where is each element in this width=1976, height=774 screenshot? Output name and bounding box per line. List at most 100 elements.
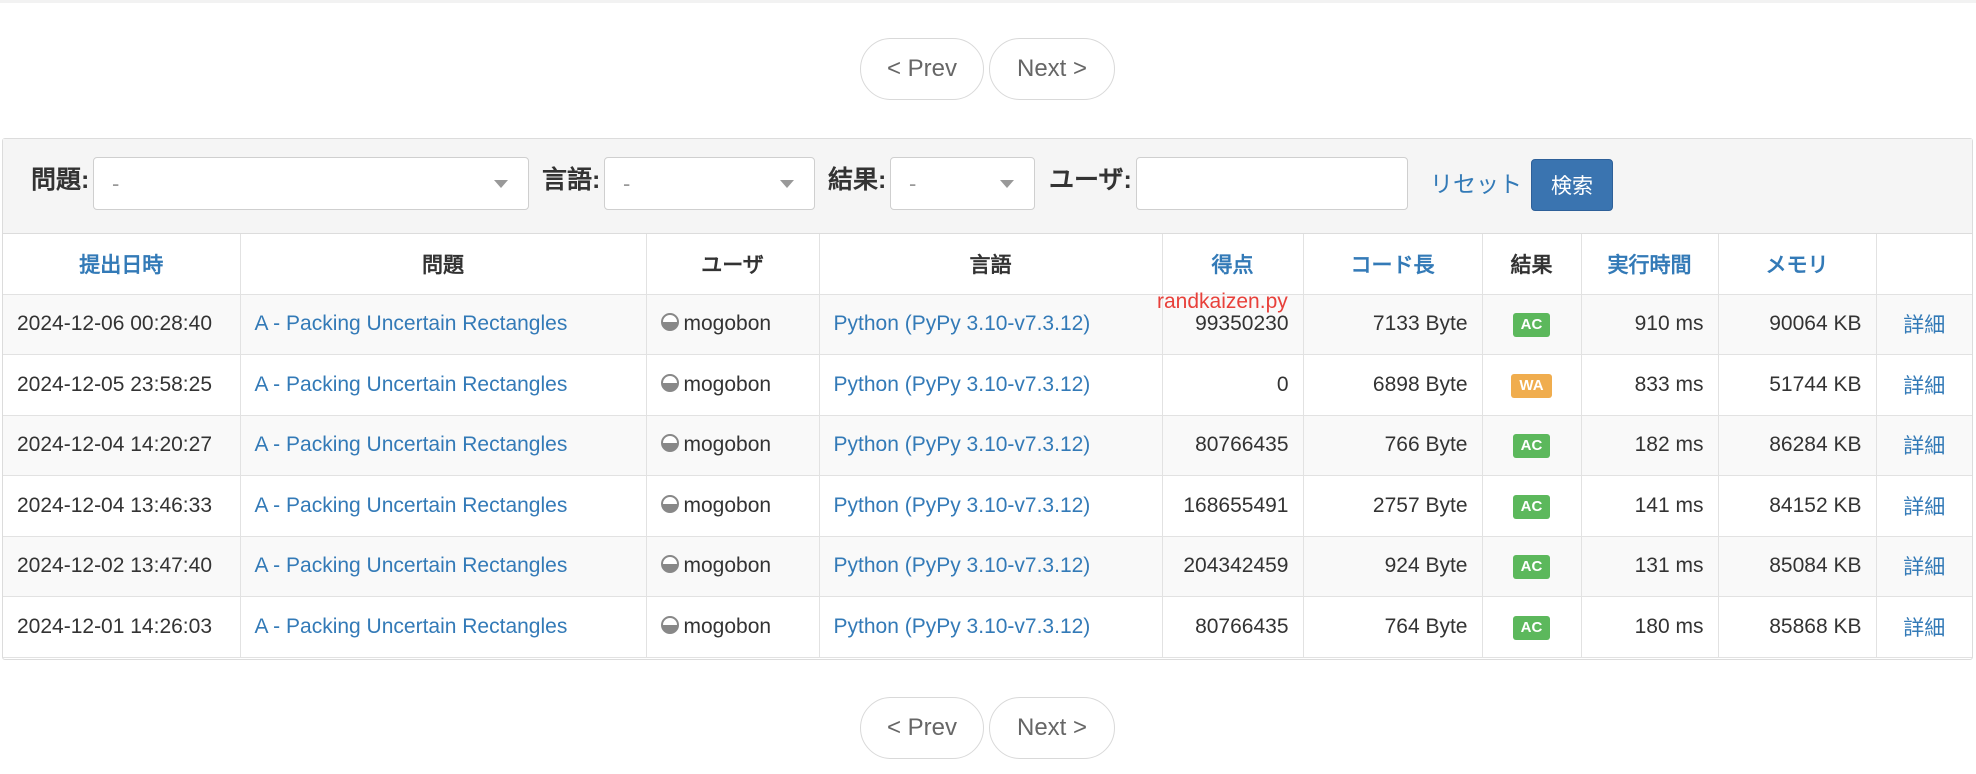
- result-cell: AC: [1481, 294, 1581, 355]
- memory-cell: 90064 KB: [1717, 294, 1876, 355]
- problem-link[interactable]: A - Packing Uncertain Rectangles: [239, 415, 646, 476]
- score-cell: 80766435: [1161, 596, 1303, 658]
- user-link[interactable]: mogobon: [645, 536, 819, 597]
- exec-time-cell: 141 ms: [1580, 475, 1718, 537]
- header-result: 結果: [1481, 234, 1581, 295]
- exec-time-cell: 182 ms: [1580, 415, 1718, 476]
- memory-cell: 86284 KB: [1717, 415, 1876, 476]
- exec-time-cell: 131 ms: [1580, 536, 1718, 597]
- problem-link[interactable]: A - Packing Uncertain Rectangles: [239, 294, 646, 355]
- header-score[interactable]: 得点: [1161, 234, 1303, 295]
- submissions-panel: 問題: - 言語: - 結果: - ユーザ: リセット 検索 提出日時 問題 ユ…: [2, 138, 1973, 660]
- user-link[interactable]: mogobon: [645, 354, 819, 416]
- problem-link[interactable]: A - Packing Uncertain Rectangles: [239, 354, 646, 416]
- pagination-top: < Prev Next >: [0, 38, 1976, 102]
- next-page-button[interactable]: Next >: [989, 697, 1115, 759]
- code-length-cell: 766 Byte: [1302, 415, 1482, 476]
- header-memory[interactable]: メモリ: [1717, 234, 1876, 295]
- user-link[interactable]: mogobon: [645, 415, 819, 476]
- detail-link[interactable]: 詳細: [1875, 415, 1972, 476]
- table-header-row: 提出日時 問題 ユーザ 言語 得点 コード長 結果 実行時間 メモリ: [3, 234, 1972, 295]
- memory-cell: 51744 KB: [1717, 354, 1876, 416]
- detail-link[interactable]: 詳細: [1875, 294, 1972, 355]
- next-page-button[interactable]: Next >: [989, 38, 1115, 100]
- user-filter-label: ユーザ:: [1049, 166, 1132, 194]
- problem-link[interactable]: A - Packing Uncertain Rectangles: [239, 475, 646, 537]
- code-length-cell: 6898 Byte: [1302, 354, 1482, 416]
- result-filter-value: -: [909, 171, 917, 196]
- submitted-time: 2024-12-01 14:26:03: [3, 596, 240, 658]
- user-link[interactable]: mogobon: [645, 596, 819, 658]
- header-language: 言語: [818, 234, 1162, 295]
- status-badge: AC: [1512, 615, 1551, 640]
- prev-page-button[interactable]: < Prev: [860, 697, 984, 759]
- memory-cell: 85868 KB: [1717, 596, 1876, 658]
- detail-link[interactable]: 詳細: [1875, 475, 1972, 537]
- detail-link[interactable]: 詳細: [1875, 536, 1972, 597]
- header-submitted[interactable]: 提出日時: [3, 234, 240, 295]
- language-filter-value: -: [623, 171, 631, 196]
- user-filter-input[interactable]: [1136, 157, 1408, 210]
- result-filter-select[interactable]: -: [890, 157, 1035, 210]
- header-exec-time[interactable]: 実行時間: [1580, 234, 1718, 295]
- user-link[interactable]: mogobon: [645, 294, 819, 355]
- exec-time-cell: 910 ms: [1580, 294, 1718, 355]
- status-badge: AC: [1512, 555, 1551, 580]
- result-cell: WA: [1481, 354, 1581, 416]
- score-cell: 204342459: [1161, 536, 1303, 597]
- search-button[interactable]: 検索: [1531, 159, 1613, 211]
- top-divider: [0, 0, 1976, 3]
- score-cell: 99350230: [1161, 294, 1303, 355]
- table-row: 2024-12-02 13:47:40 A - Packing Uncertai…: [3, 536, 1972, 597]
- problem-link[interactable]: A - Packing Uncertain Rectangles: [239, 596, 646, 658]
- result-cell: AC: [1481, 475, 1581, 537]
- chevron-down-icon: [1000, 180, 1014, 188]
- chevron-down-icon: [780, 180, 794, 188]
- language-link[interactable]: Python (PyPy 3.10-v7.3.12): [818, 475, 1162, 537]
- header-user: ユーザ: [645, 234, 819, 295]
- language-filter-select[interactable]: -: [604, 157, 815, 210]
- score-cell: 168655491: [1161, 475, 1303, 537]
- user-avatar-icon: [660, 555, 679, 574]
- status-badge: AC: [1512, 494, 1551, 519]
- code-length-cell: 764 Byte: [1302, 596, 1482, 658]
- problem-link[interactable]: A - Packing Uncertain Rectangles: [239, 536, 646, 597]
- detail-link[interactable]: 詳細: [1875, 354, 1972, 416]
- submitted-time: 2024-12-06 00:28:40: [3, 294, 240, 355]
- result-filter-label: 結果:: [828, 166, 887, 194]
- filter-bar: 問題: - 言語: - 結果: - ユーザ: リセット 検索: [3, 139, 1972, 234]
- user-avatar-icon: [660, 434, 679, 453]
- memory-cell: 84152 KB: [1717, 475, 1876, 537]
- language-link[interactable]: Python (PyPy 3.10-v7.3.12): [818, 354, 1162, 416]
- table-row: 2024-12-05 23:58:25 A - Packing Uncertai…: [3, 354, 1972, 416]
- table-row: 2024-12-04 13:46:33 A - Packing Uncertai…: [3, 475, 1972, 537]
- exec-time-cell: 180 ms: [1580, 596, 1718, 658]
- language-link[interactable]: Python (PyPy 3.10-v7.3.12): [818, 294, 1162, 355]
- user-link[interactable]: mogobon: [645, 475, 819, 537]
- chevron-down-icon: [494, 180, 508, 188]
- code-length-cell: 924 Byte: [1302, 536, 1482, 597]
- problem-filter-value: -: [112, 171, 120, 196]
- problem-filter-select[interactable]: -: [93, 157, 529, 210]
- table-row: 2024-12-01 14:26:03 A - Packing Uncertai…: [3, 596, 1972, 658]
- status-badge: AC: [1512, 434, 1551, 459]
- language-link[interactable]: Python (PyPy 3.10-v7.3.12): [818, 415, 1162, 476]
- submitted-time: 2024-12-04 14:20:27: [3, 415, 240, 476]
- code-length-cell: 2757 Byte: [1302, 475, 1482, 537]
- pagination-bottom: < Prev Next >: [0, 697, 1976, 761]
- table-row: 2024-12-04 14:20:27 A - Packing Uncertai…: [3, 415, 1972, 476]
- header-code-length[interactable]: コード長: [1302, 234, 1482, 295]
- language-link[interactable]: Python (PyPy 3.10-v7.3.12): [818, 596, 1162, 658]
- user-avatar-icon: [660, 373, 679, 392]
- prev-page-button[interactable]: < Prev: [860, 38, 984, 100]
- submissions-table: 提出日時 問題 ユーザ 言語 得点 コード長 結果 実行時間 メモリ 2024-…: [3, 234, 1972, 658]
- reset-link[interactable]: リセット: [1430, 169, 1522, 199]
- score-cell: 80766435: [1161, 415, 1303, 476]
- language-link[interactable]: Python (PyPy 3.10-v7.3.12): [818, 536, 1162, 597]
- detail-link[interactable]: 詳細: [1875, 596, 1972, 658]
- header-detail: [1875, 234, 1972, 295]
- result-cell: AC: [1481, 596, 1581, 658]
- submitted-time: 2024-12-05 23:58:25: [3, 354, 240, 416]
- memory-cell: 85084 KB: [1717, 536, 1876, 597]
- user-avatar-icon: [660, 494, 679, 513]
